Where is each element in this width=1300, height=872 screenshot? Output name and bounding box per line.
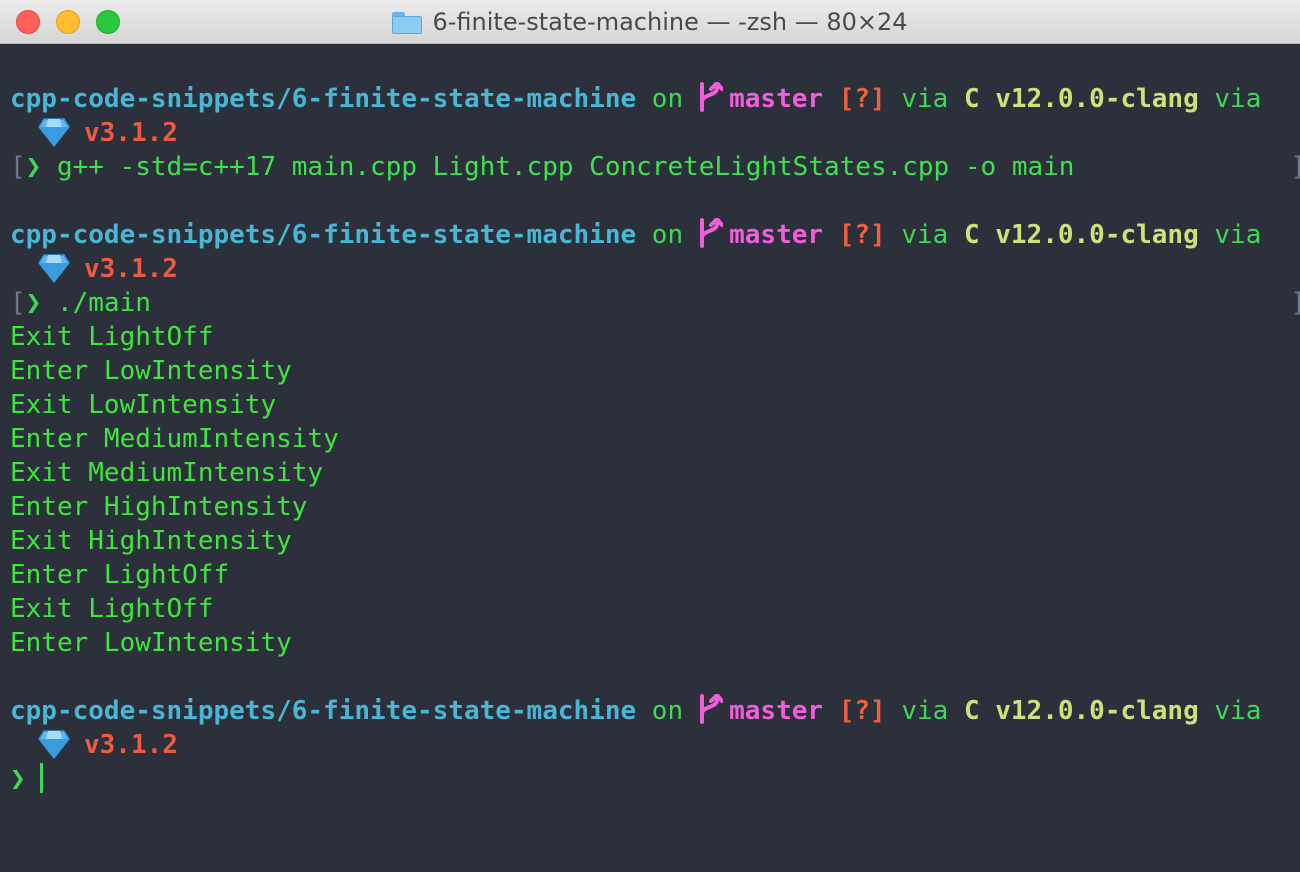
prompt-status: [?]	[838, 220, 886, 250]
text-cursor	[39, 763, 43, 793]
command-line: [❯ g++ -std=c++17 main.cpp Light.cpp Con…	[0, 150, 1300, 184]
prompt-lang-name: C	[963, 220, 980, 250]
prompt-path: cpp-code-snippets/6-finite-state-machine	[10, 84, 637, 114]
command-text: ./main	[56, 288, 151, 318]
prompt-via-2: via	[1214, 220, 1262, 250]
window-title-group: 6-finite-state-machine — -zsh — 80×24	[0, 0, 1300, 44]
output-line: Exit LightOff	[10, 594, 214, 624]
left-bracket: [	[10, 288, 26, 318]
prompt-via-2: via	[1214, 84, 1262, 114]
prompt-ruby-version: v3.1.2	[84, 254, 178, 284]
prompt-on: on	[651, 220, 684, 250]
prompt-status: [?]	[838, 84, 886, 114]
prompt-lang-name: C	[963, 696, 980, 726]
prompt-char: ❯	[25, 288, 42, 318]
prompt-branch: master	[729, 220, 824, 250]
folder-icon	[392, 11, 423, 34]
right-bracket: ]	[1290, 150, 1300, 184]
prompt-line-ruby: v3.1.2	[0, 252, 1300, 286]
prompt-lang-version: v12.0.0-clang	[995, 220, 1199, 250]
prompt-via: via	[901, 696, 949, 726]
prompt-line: cpp-code-snippets/6-finite-state-machine…	[0, 694, 1300, 728]
prompt-via: via	[901, 220, 949, 250]
prompt-branch: master	[729, 84, 824, 114]
title-bar[interactable]: 6-finite-state-machine — -zsh — 80×24	[0, 0, 1300, 44]
output-line: Enter LowIntensity	[10, 356, 292, 386]
prompt-via: via	[901, 84, 949, 114]
git-branch-icon	[700, 218, 724, 248]
ruby-gem-icon	[38, 730, 70, 759]
prompt-line: cpp-code-snippets/6-finite-state-machine…	[0, 218, 1300, 252]
prompt-char: ❯	[25, 152, 42, 182]
left-bracket: [	[10, 152, 26, 182]
prompt-line-ruby: v3.1.2	[0, 116, 1300, 150]
active-prompt-line[interactable]: ❯	[10, 762, 1300, 796]
output-line: Enter MediumIntensity	[10, 424, 339, 454]
output-line: Exit MediumIntensity	[10, 458, 324, 488]
window-title: 6-finite-state-machine — -zsh — 80×24	[432, 8, 908, 36]
git-branch-icon	[700, 694, 724, 724]
ruby-gem-icon	[38, 118, 70, 147]
prompt-path: cpp-code-snippets/6-finite-state-machine	[10, 696, 637, 726]
terminal-content[interactable]: cpp-code-snippets/6-finite-state-machine…	[0, 44, 1300, 872]
git-branch-icon	[700, 82, 724, 112]
output-line: Exit LowIntensity	[10, 390, 277, 420]
ruby-gem-icon	[38, 254, 70, 283]
command-text: g++ -std=c++17 main.cpp Light.cpp Concre…	[56, 152, 1075, 182]
prompt-line-ruby: v3.1.2	[0, 728, 1300, 762]
prompt-char: ❯	[10, 764, 26, 794]
prompt-ruby-version: v3.1.2	[84, 118, 178, 148]
prompt-path: cpp-code-snippets/6-finite-state-machine	[10, 220, 637, 250]
prompt-lang-version: v12.0.0-clang	[995, 84, 1199, 114]
output-line: Enter LowIntensity	[10, 628, 292, 658]
prompt-line: cpp-code-snippets/6-finite-state-machine…	[0, 82, 1300, 116]
prompt-status: [?]	[838, 696, 886, 726]
prompt-ruby-version: v3.1.2	[84, 730, 178, 760]
right-bracket: ]	[1290, 286, 1300, 320]
output-line: Exit LightOff	[10, 322, 214, 352]
prompt-on: on	[651, 84, 684, 114]
output-line: Exit HighIntensity	[10, 526, 292, 556]
output-line: Enter HighIntensity	[10, 492, 308, 522]
terminal-window: 6-finite-state-machine — -zsh — 80×24 cp…	[0, 0, 1300, 872]
output-line: Enter LightOff	[10, 560, 230, 590]
prompt-on: on	[651, 696, 684, 726]
command-line: [❯ ./main]	[0, 286, 1300, 320]
prompt-branch: master	[729, 696, 824, 726]
prompt-lang-name: C	[963, 84, 980, 114]
prompt-via-2: via	[1214, 696, 1262, 726]
prompt-lang-version: v12.0.0-clang	[995, 696, 1199, 726]
